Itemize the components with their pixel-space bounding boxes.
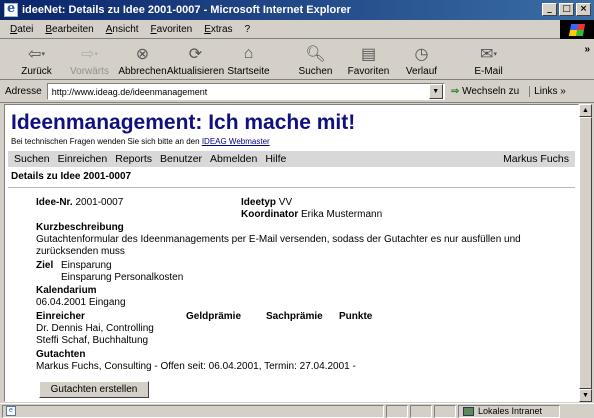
history-icon: ◷ bbox=[414, 46, 429, 63]
address-label: Adresse bbox=[5, 86, 42, 97]
scroll-thumb[interactable] bbox=[579, 117, 592, 389]
coordinator-row: Koordinator Erika Mustermann bbox=[241, 209, 382, 220]
idea-number-row: Idee-Nr. 2001-0007 bbox=[36, 197, 123, 208]
search-button[interactable]: 🔍︎ Suchen bbox=[289, 40, 342, 80]
page-loaded-icon: e bbox=[6, 406, 16, 416]
menu-edit[interactable]: Bearbeiten bbox=[39, 24, 99, 35]
idea-number-value: 2001-0007 bbox=[75, 197, 124, 208]
calendar-label: Kalendarium bbox=[36, 285, 97, 296]
refresh-button[interactable]: ⟳ Aktualisieren bbox=[167, 40, 224, 80]
current-user: Markus Fuchs bbox=[503, 153, 569, 165]
security-zone: Lokales Intranet bbox=[458, 404, 560, 418]
nav-search[interactable]: Suchen bbox=[14, 153, 50, 165]
go-button[interactable]: ⇒ Wechseln zu bbox=[451, 86, 519, 97]
divider bbox=[8, 187, 575, 188]
idea-type-value: VV bbox=[278, 197, 293, 208]
status-text-area: e bbox=[2, 404, 384, 418]
favorites-button[interactable]: ▤ Favoriten bbox=[342, 40, 395, 80]
back-arrow-icon: ⇦ ▾ bbox=[28, 46, 45, 63]
back-button[interactable]: ⇦ ▾ Zurück bbox=[10, 40, 63, 80]
go-arrow-icon: ⇒ bbox=[450, 86, 460, 97]
mail-button[interactable]: ✉ ▾ E-Mail bbox=[462, 40, 515, 80]
idea-type-label: Ideetyp bbox=[241, 197, 277, 208]
submitter-entry: Dr. Dennis Hai, Controlling bbox=[36, 323, 154, 334]
nav-help[interactable]: Hilfe bbox=[265, 153, 286, 165]
status-bar: e Lokales Intranet bbox=[0, 403, 594, 418]
cash-bonus-label: Geldprämie bbox=[186, 311, 242, 322]
mail-icon: ✉ ▾ bbox=[480, 46, 497, 63]
refresh-icon: ⟳ bbox=[188, 46, 203, 63]
intranet-zone-icon bbox=[463, 406, 474, 416]
maximize-button[interactable]: □ bbox=[559, 3, 574, 16]
site-nav: Suchen Einreichen Reports Benutzer Abmel… bbox=[8, 151, 575, 167]
scroll-up-icon[interactable]: ▲ bbox=[579, 104, 592, 117]
goal-item: Einsparung bbox=[61, 260, 112, 271]
home-icon: ⌂ bbox=[243, 45, 254, 62]
favorites-icon: ▤ bbox=[360, 46, 377, 63]
nav-reports[interactable]: Reports bbox=[115, 153, 152, 165]
toolbar-overflow-chevron-icon[interactable]: » bbox=[584, 44, 590, 55]
calendar-entry: 06.04.2001 Eingang bbox=[36, 297, 126, 308]
goal-item: Einsparung Personalkosten bbox=[61, 272, 184, 283]
idea-number-label: Idee-Nr. bbox=[36, 197, 73, 208]
prize-label: Sachprämie bbox=[266, 311, 323, 322]
address-input[interactable]: http://www.ideag.de/ideenmanagement ▼ bbox=[46, 83, 445, 100]
submitter-label: Einreicher bbox=[36, 311, 85, 322]
stop-icon: ⊗ bbox=[135, 46, 150, 63]
summary-line-1: Gutachtenformular des Ideenmanagements p… bbox=[36, 234, 521, 245]
menu-bar: Datei Bearbeiten Ansicht Favoriten Extra… bbox=[0, 20, 594, 39]
coordinator-label: Koordinator bbox=[241, 209, 299, 220]
menu-file[interactable]: Datei bbox=[4, 24, 39, 35]
status-cell bbox=[410, 404, 432, 418]
stop-button[interactable]: ⊗ Abbrechen bbox=[116, 40, 169, 80]
menu-favorites[interactable]: Favoriten bbox=[145, 24, 199, 35]
history-button[interactable]: ◷ Verlauf bbox=[395, 40, 448, 80]
section-heading: Details zu Idee 2001-0007 bbox=[11, 171, 132, 182]
minimize-button[interactable]: _ bbox=[542, 3, 557, 16]
summary-label: Kurzbeschreibung bbox=[36, 222, 124, 233]
search-icon: 🔍︎ bbox=[305, 46, 326, 63]
menu-help[interactable]: ? bbox=[239, 24, 257, 35]
scroll-down-icon[interactable]: ▼ bbox=[579, 389, 592, 402]
goal-label: Ziel bbox=[36, 260, 54, 271]
nav-users[interactable]: Benutzer bbox=[160, 153, 202, 165]
title-bar: ideeNet: Details zu Idee 2001-0007 - Mic… bbox=[0, 0, 594, 20]
address-dropdown-icon[interactable]: ▼ bbox=[428, 84, 443, 99]
ie-logo-icon bbox=[4, 1, 18, 17]
forward-button[interactable]: ⇨ ▾ Vorwärts bbox=[63, 40, 116, 80]
page-viewport: Ideenmanagement: Ich mache mit! Bei tech… bbox=[4, 104, 579, 402]
status-cell bbox=[386, 404, 408, 418]
reviews-label: Gutachten bbox=[36, 349, 86, 360]
status-cell bbox=[434, 404, 456, 418]
help-line: Bei technischen Fragen wenden Sie sich b… bbox=[11, 137, 270, 146]
close-button[interactable]: × bbox=[576, 3, 591, 16]
points-label: Punkte bbox=[339, 311, 373, 322]
links-button[interactable]: Links » bbox=[529, 86, 566, 97]
address-url: http://www.ideag.de/ideenmanagement bbox=[51, 86, 208, 97]
review-entry: Markus Fuchs, Consulting - Offen seit: 0… bbox=[36, 361, 356, 372]
vertical-scrollbar[interactable]: ▲ ▼ bbox=[579, 104, 592, 402]
create-review-button[interactable]: Gutachten erstellen bbox=[39, 381, 149, 398]
address-bar: Adresse http://www.ideag.de/ideenmanagem… bbox=[0, 81, 594, 103]
menu-tools[interactable]: Extras bbox=[198, 24, 238, 35]
windows-logo-icon bbox=[560, 20, 594, 39]
submitter-entry: Steffi Schaf, Buchhaltung bbox=[36, 335, 149, 346]
coordinator-value: Erika Mustermann bbox=[301, 209, 383, 220]
page-title: Ideenmanagement: Ich mache mit! bbox=[11, 111, 356, 134]
summary-line-2: zurücksenden muss bbox=[36, 246, 125, 257]
window-title: ideeNet: Details zu Idee 2001-0007 - Mic… bbox=[22, 4, 351, 16]
idea-type-row: Ideetyp VV bbox=[241, 197, 292, 208]
home-button[interactable]: ⌂ Startseite bbox=[222, 40, 275, 80]
toolbar: ⇦ ▾ Zurück ⇨ ▾ Vorwärts ⊗ Abbrechen ⟳ Aktu… bbox=[0, 40, 594, 80]
webmaster-link[interactable]: IDEAG Webmaster bbox=[202, 137, 270, 146]
nav-submit[interactable]: Einreichen bbox=[58, 153, 108, 165]
nav-logout[interactable]: Abmelden bbox=[210, 153, 257, 165]
forward-arrow-icon: ⇨ ▾ bbox=[81, 46, 98, 63]
menu-view[interactable]: Ansicht bbox=[100, 24, 145, 35]
